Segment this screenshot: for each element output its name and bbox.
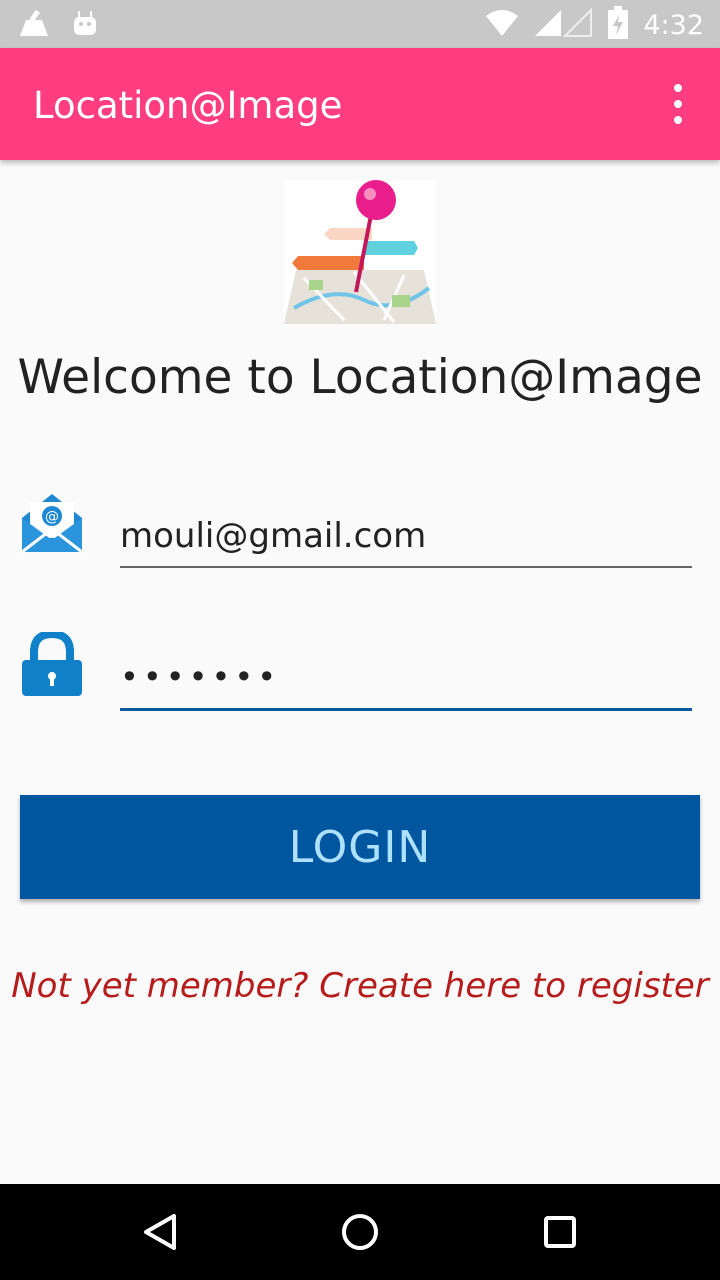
wifi-icon [485, 9, 519, 42]
app-logo [284, 180, 436, 324]
login-label: LOGIN [288, 821, 432, 873]
lock-icon [20, 629, 84, 698]
email-field[interactable]: mouli@gmail.com [120, 510, 692, 568]
password-value: ••••••• [120, 658, 281, 696]
battery-icon [607, 6, 629, 45]
android-icon [72, 9, 98, 42]
login-button[interactable]: LOGIN [20, 795, 700, 899]
app-bar: Location@Image [0, 48, 720, 160]
password-field[interactable]: ••••••• [120, 650, 692, 711]
register-link[interactable]: Not yet member? Create here to register [0, 966, 720, 1006]
navigation-bar [0, 1184, 720, 1280]
recents-icon[interactable] [532, 1204, 588, 1260]
svg-text:@: @ [45, 509, 59, 525]
app-title: Location@Image [33, 84, 343, 127]
home-icon[interactable] [332, 1204, 388, 1260]
status-bar: 4:32 [0, 0, 720, 48]
status-time: 4:32 [643, 10, 704, 41]
email-value: mouli@gmail.com [120, 516, 427, 556]
signal-icon [533, 7, 593, 43]
back-icon[interactable] [132, 1204, 188, 1260]
email-icon: @ [20, 490, 84, 554]
cleaner-icon [18, 8, 52, 43]
more-vert-icon[interactable] [666, 84, 690, 124]
welcome-heading: Welcome to Location@Image [17, 350, 703, 405]
